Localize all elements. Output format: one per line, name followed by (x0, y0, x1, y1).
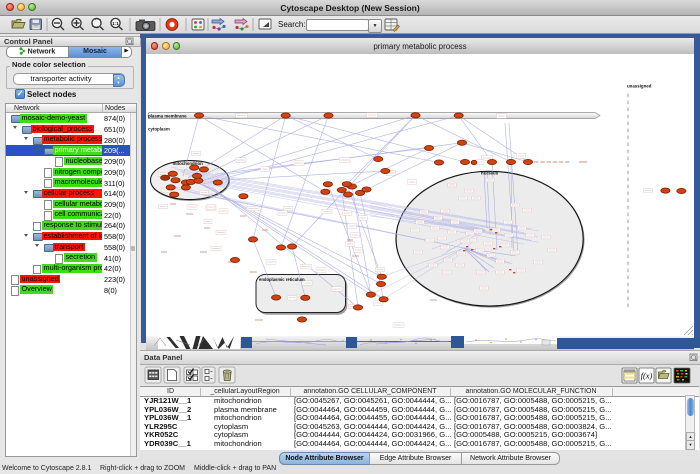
svg-text:mitochondrion: mitochondrion (173, 161, 203, 166)
svg-text:unassigned: unassigned (627, 84, 652, 89)
svg-text:plasma membrane: plasma membrane (148, 113, 187, 118)
svg-text:nucleus: nucleus (481, 171, 499, 176)
svg-text:Search:: Search: (278, 20, 306, 29)
svg-text:f(x): f(x) (641, 371, 653, 381)
svg-text:1:1: 1:1 (112, 21, 119, 26)
svg-text:endoplasmic reticulum: endoplasmic reticulum (259, 277, 305, 282)
svg-text:cytoplasm: cytoplasm (148, 127, 170, 132)
